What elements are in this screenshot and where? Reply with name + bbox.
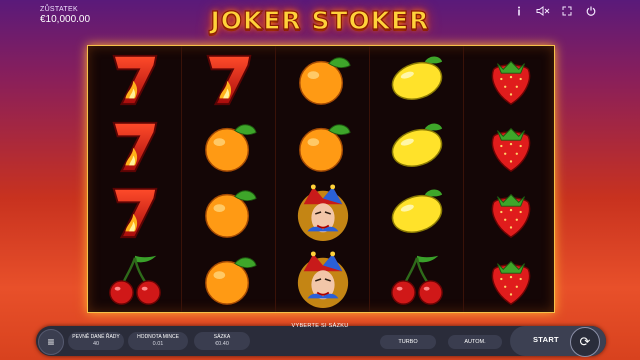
fixed-lines-value: 40 bbox=[92, 341, 100, 347]
joker-symbol bbox=[276, 246, 369, 313]
game-logo: JOKER STOKER bbox=[210, 5, 430, 35]
orange-symbol bbox=[276, 113, 369, 180]
top-toolbar bbox=[510, 4, 600, 18]
reel-4 bbox=[370, 46, 464, 312]
spin-button[interactable]: ⟳ bbox=[570, 327, 600, 357]
reel-5 bbox=[464, 46, 557, 312]
menu-button[interactable]: ≡ bbox=[38, 329, 64, 355]
lemon-symbol bbox=[370, 179, 463, 246]
strawberry-symbol bbox=[464, 113, 557, 180]
bet-label: SÁZKA bbox=[213, 334, 231, 340]
lemon-symbol bbox=[370, 46, 463, 113]
coin-value-label: HODNOTA MINCE bbox=[137, 334, 179, 340]
info-icon[interactable] bbox=[510, 4, 528, 18]
fullscreen-icon[interactable] bbox=[558, 4, 576, 18]
strawberry-symbol bbox=[464, 46, 557, 113]
seven-symbol bbox=[88, 113, 181, 180]
cherry-symbol bbox=[370, 246, 463, 313]
turbo-button[interactable]: TURBO bbox=[380, 335, 436, 349]
bet-value: €0.40 bbox=[215, 341, 229, 347]
reel-2 bbox=[182, 46, 276, 312]
reel-3 bbox=[276, 46, 370, 312]
seven-symbol bbox=[88, 46, 181, 113]
spin-icon: ⟳ bbox=[579, 334, 591, 349]
orange-symbol bbox=[182, 246, 275, 313]
hamburger-icon: ≡ bbox=[47, 335, 55, 349]
coin-value-selector[interactable]: HODNOTA MINCE 0.01 bbox=[128, 332, 188, 350]
power-icon[interactable] bbox=[582, 4, 600, 18]
seven-symbol bbox=[88, 179, 181, 246]
orange-symbol bbox=[182, 179, 275, 246]
reel-1 bbox=[88, 46, 182, 312]
mute-icon[interactable] bbox=[534, 4, 552, 18]
fixed-lines-label: PEVNĚ DANÉ ŘADY bbox=[72, 334, 120, 340]
balance-label: ZŮSTATEK bbox=[40, 6, 78, 13]
start-label[interactable]: START bbox=[533, 335, 559, 344]
seven-symbol bbox=[182, 46, 275, 113]
autoplay-button[interactable]: AUTOM. bbox=[448, 335, 502, 349]
strawberry-symbol bbox=[464, 179, 557, 246]
joker-symbol bbox=[276, 179, 369, 246]
balance-value: €10,000.00 bbox=[40, 14, 91, 25]
strawberry-symbol bbox=[464, 246, 557, 313]
cherry-symbol bbox=[88, 246, 181, 313]
fixed-lines-display: PEVNĚ DANÉ ŘADY 40 bbox=[68, 332, 124, 350]
reel-grid bbox=[87, 45, 555, 313]
orange-symbol bbox=[276, 46, 369, 113]
orange-symbol bbox=[182, 113, 275, 180]
lemon-symbol bbox=[370, 113, 463, 180]
coin-value: 0.01 bbox=[152, 341, 164, 347]
bet-selector[interactable]: SÁZKA €0.40 bbox=[194, 332, 250, 350]
